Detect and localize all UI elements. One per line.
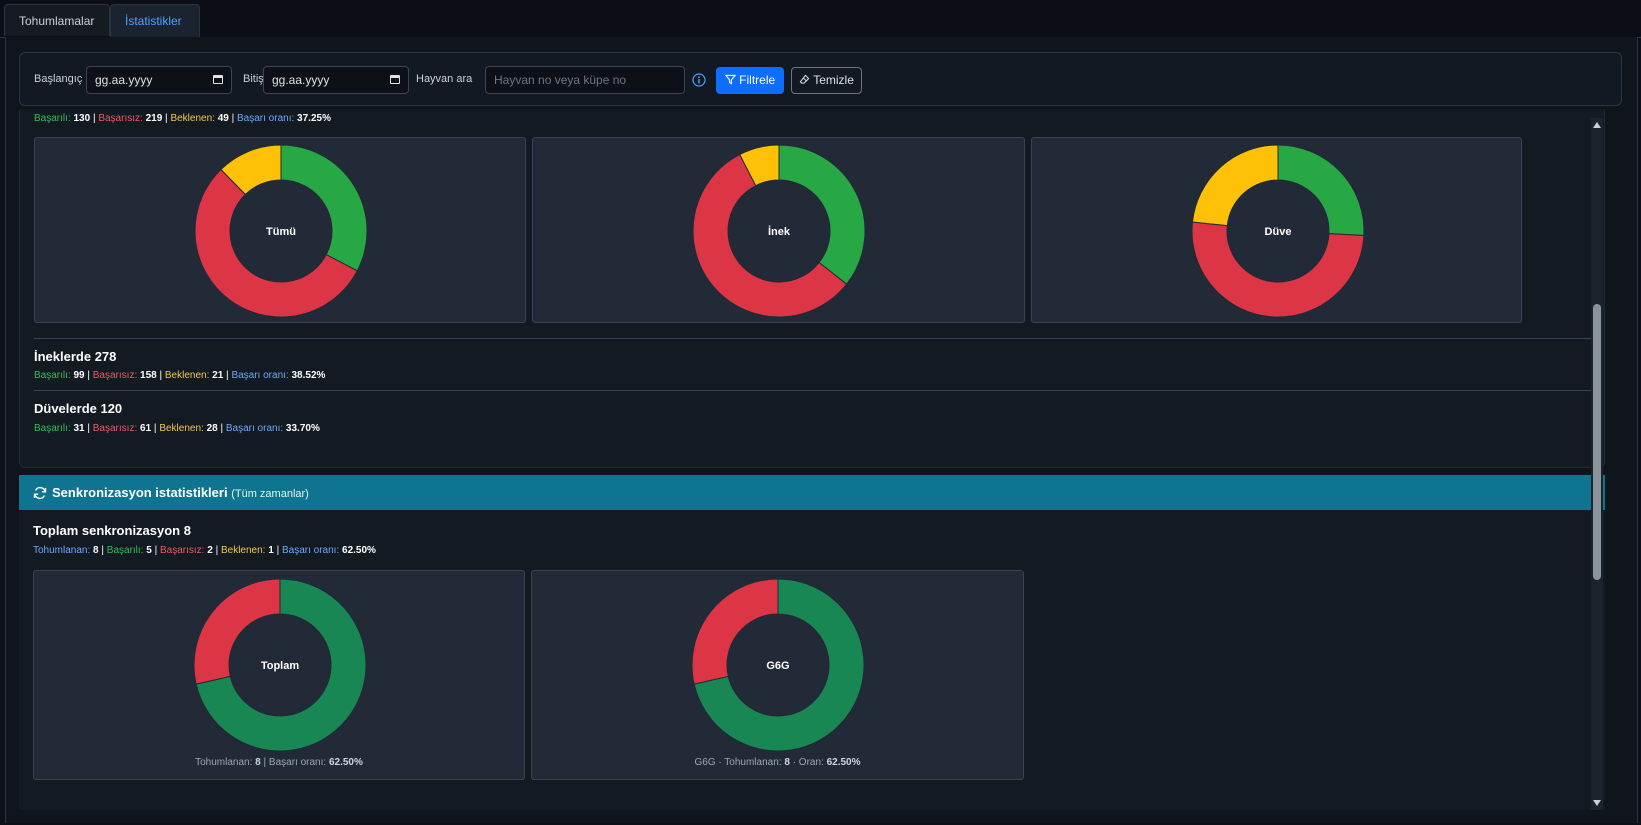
donut-chart-tumu: Tümü [194, 144, 368, 318]
start-date-label: Başlangıç [34, 73, 83, 85]
donut-center-label: İnek [768, 225, 791, 238]
filter-button[interactable]: Filtrele [716, 67, 784, 94]
scrollbar-thumb[interactable] [1593, 304, 1601, 580]
slice-basarisiz[interactable] [691, 578, 779, 685]
donut-panel-inek: İnek [532, 137, 1025, 323]
start-date-value: gg.aa.yyyy [95, 73, 153, 87]
donut-center-label: Toplam [261, 660, 300, 672]
toplam-caption: Tohumlanan: 8 | Başarı oranı: 62.50% [195, 757, 363, 768]
overall-stat-line: Başarılı: 130 | Başarısız: 219 | Beklene… [34, 113, 331, 124]
animal-search-input[interactable]: Hayvan no veya küpe no [485, 66, 685, 94]
donut-panel-tumu: Tümü [34, 137, 526, 323]
sync-stats-card: Toplam senkronizasyon 8 Tohumlanan: 8 | … [19, 510, 1605, 810]
sync-stats-title: Senkronizasyon istatistikleri (Tüm zaman… [52, 485, 309, 500]
funnel-icon [724, 74, 737, 85]
donut-center-label: Tümü [266, 226, 296, 238]
sync-stat-line: Tohumlanan: 8 | Başarılı: 5 | Başarısız:… [33, 545, 376, 556]
clear-button[interactable]: Temizle [791, 67, 862, 94]
donut-panel-toplam: Toplam Tohumlanan: 8 | Başarı oranı: 62.… [33, 570, 525, 780]
calendar-icon[interactable] [390, 75, 400, 84]
donut-panel-g6g: G6G G6G · Tohumlanan: 8 · Oran: 62.50% [531, 570, 1024, 780]
end-date-input[interactable]: gg.aa.yyyy [263, 66, 409, 94]
filter-button-label: Filtrele [739, 73, 776, 87]
start-date-input[interactable]: gg.aa.yyyy [86, 66, 232, 94]
slice-basarili[interactable] [280, 144, 368, 272]
eraser-icon [799, 74, 810, 84]
tab-bar: Tohumlamalar İstatistikler [0, 0, 1641, 38]
animal-search-label: Hayvan ara [416, 73, 473, 85]
insemination-stats-card: Başarılı: 130 | Başarısız: 219 | Beklene… [19, 110, 1605, 468]
scrollbar[interactable] [1591, 118, 1603, 810]
scroll-up-arrow[interactable] [1593, 122, 1601, 128]
donut-panel-duve: Düve [1031, 137, 1522, 323]
slice-basarili[interactable] [1277, 144, 1365, 237]
slice-beklenen[interactable] [1191, 144, 1279, 227]
donut-chart-toplam: Toplam [193, 578, 367, 752]
info-icon[interactable] [692, 73, 706, 87]
inek-stat-line: Başarılı: 99 | Başarısız: 158 | Beklenen… [34, 370, 326, 381]
filter-bar: Başlangıç gg.aa.yyyy Bitiş gg.aa.yyyy Ha… [19, 52, 1622, 106]
donut-chart-duve: Düve [1191, 144, 1365, 318]
duve-stat-line: Başarılı: 31 | Başarısız: 61 | Beklenen:… [34, 423, 320, 434]
donut-chart-g6g: G6G [691, 578, 865, 752]
end-date-value: gg.aa.yyyy [272, 73, 330, 87]
inek-section-title: İneklerde 278 [34, 349, 117, 364]
scroll-down-arrow[interactable] [1593, 800, 1601, 806]
stats-content[interactable]: Başarılı: 130 | Başarısız: 219 | Beklene… [19, 110, 1605, 810]
tab-istatistikler[interactable]: İstatistikler [110, 4, 200, 37]
sync-stats-header: Senkronizasyon istatistikleri (Tüm zaman… [19, 475, 1605, 510]
calendar-icon[interactable] [213, 75, 223, 84]
donut-chart-inek: İnek [692, 144, 866, 318]
clear-button-label: Temizle [813, 73, 854, 87]
refresh-icon [33, 486, 47, 500]
donut-center-label: G6G [766, 660, 789, 672]
sync-total-title: Toplam senkronizasyon 8 [33, 523, 191, 538]
g6g-caption: G6G · Tohumlanan: 8 · Oran: 62.50% [694, 757, 861, 768]
tab-tohumlamalar[interactable]: Tohumlamalar [4, 4, 110, 36]
divider [34, 390, 1591, 391]
duve-section-title: Düvelerde 120 [34, 401, 123, 416]
slice-basarili[interactable] [778, 144, 866, 285]
divider [34, 338, 1591, 339]
donut-center-label: Düve [1265, 226, 1292, 238]
end-date-label: Bitiş [243, 73, 264, 85]
